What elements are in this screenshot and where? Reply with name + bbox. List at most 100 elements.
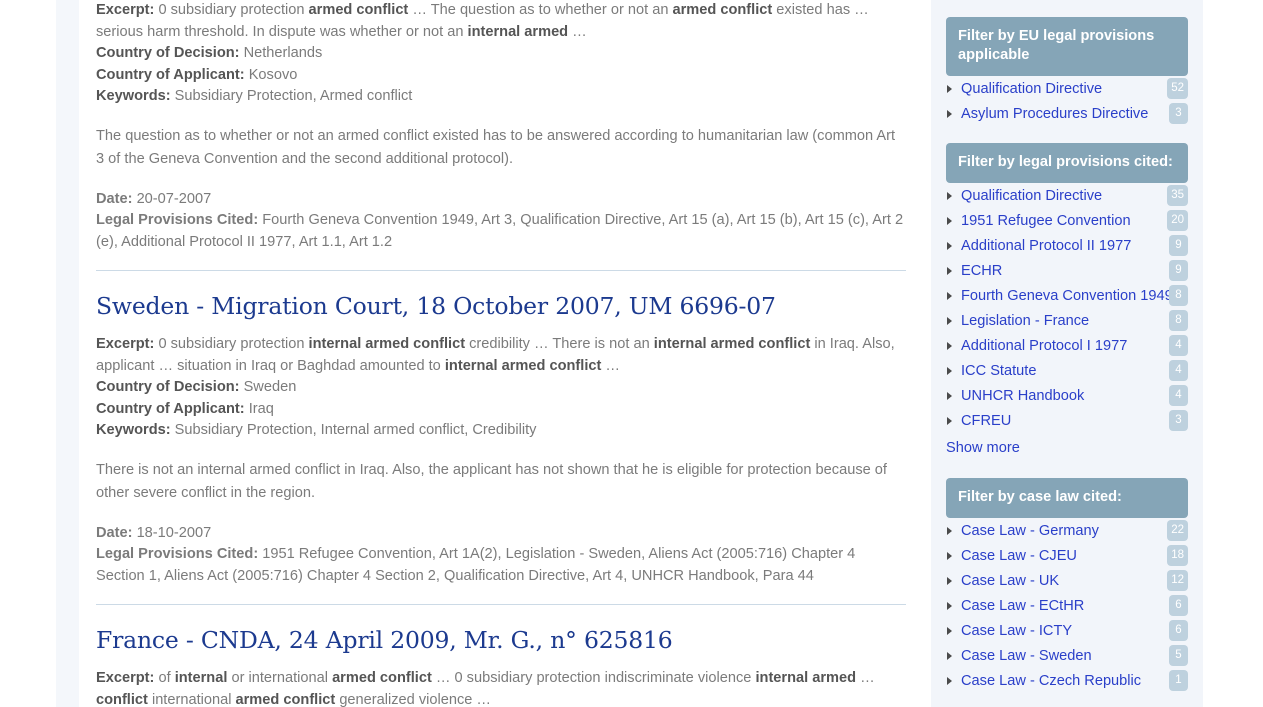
excerpt-text: …: [568, 23, 587, 40]
excerpt-text: generalized violence …: [335, 691, 492, 707]
facet-list-item[interactable]: Case Law - ICTY 6: [946, 618, 1188, 643]
excerpt-highlight: armed conflict: [308, 2, 409, 18]
facet-count-badge: 9: [1169, 235, 1188, 256]
excerpt-highlight: internal armed: [467, 23, 569, 40]
date-value: 18-10-2007: [136, 524, 212, 541]
facet-list-item[interactable]: Case Law - CJEU 18: [946, 543, 1188, 568]
facet-list-item[interactable]: ICC Statute 4: [946, 358, 1188, 383]
country-of-decision-value: Sweden: [243, 379, 297, 396]
facet-list-item[interactable]: Additional Protocol I 1977 4: [946, 333, 1188, 358]
left-gutter-band: [56, 0, 79, 707]
facet-list-item[interactable]: Qualification Directive 52: [946, 76, 1188, 101]
search-result-item: Excerpt: 0 subsidiary protection armed c…: [96, 0, 906, 253]
facet-list-item[interactable]: Qualification Directive 35: [946, 183, 1188, 208]
chevron-right-icon: [947, 527, 952, 535]
facet-link[interactable]: Additional Protocol II 1977: [961, 238, 1131, 254]
facet-count-badge: 1: [1169, 670, 1188, 691]
facet-count-badge: 8: [1169, 285, 1188, 306]
facet-link[interactable]: Case Law - Sweden: [961, 648, 1092, 664]
facet-list-item[interactable]: Additional Protocol II 1977 9: [946, 233, 1188, 258]
excerpt-text: or international: [227, 670, 333, 687]
facet-list-item[interactable]: Case Law - Sweden 5: [946, 643, 1188, 668]
result-title-link[interactable]: France - CNDA, 24 April 2009, Mr. G., n°…: [96, 626, 906, 654]
country-of-applicant-label: Country of Applicant:: [96, 400, 245, 417]
date-value: 20-07-2007: [136, 190, 212, 207]
facet-list-item[interactable]: ECHR 9: [946, 258, 1188, 283]
excerpt-highlight: conflict: [96, 691, 148, 707]
facet-count-badge: 6: [1169, 595, 1188, 616]
facet-list-item[interactable]: Case Law - Czech Republic 1: [946, 668, 1188, 693]
facet-link[interactable]: ECHR: [961, 263, 1002, 279]
facet-link[interactable]: Asylum Procedures Directive: [961, 106, 1148, 122]
chevron-right-icon: [947, 292, 952, 300]
facet-link[interactable]: Case Law - Czech Republic: [961, 673, 1141, 689]
facet-list: Qualification Directive 52 Asylum Procedur…: [946, 76, 1188, 126]
facet-list-item[interactable]: Fourth Geneva Convention 1949 8: [946, 283, 1188, 308]
facet-link[interactable]: Qualification Directive: [961, 81, 1102, 97]
excerpt-highlight: internal armed conflict: [308, 336, 466, 353]
excerpt-highlight: armed conflict: [235, 691, 336, 707]
facet-list-item[interactable]: UNHCR Handbook 4: [946, 383, 1188, 408]
chevron-right-icon: [947, 85, 952, 93]
result-title-link[interactable]: Sweden - Migration Court, 18 October 200…: [96, 292, 906, 320]
excerpt-highlight: internal armed conflict: [444, 357, 602, 374]
result-meta-block: Excerpt: 0 subsidiary protection interna…: [96, 334, 906, 442]
country-of-applicant-label: Country of Applicant:: [96, 66, 245, 83]
show-more-link[interactable]: Show more: [946, 436, 1188, 461]
excerpt-highlight: internal armed: [755, 670, 857, 687]
facet-list-item[interactable]: Asylum Procedures Directive 3: [946, 101, 1188, 126]
keywords-label: Keywords:: [96, 422, 171, 439]
chevron-right-icon: [947, 652, 952, 660]
chevron-right-icon: [947, 110, 952, 118]
chevron-right-icon: [947, 367, 952, 375]
facet-list: Case Law - Germany 22 Case Law - CJEU 18 Cas…: [946, 518, 1188, 693]
result-meta-block: Excerpt: of internal or international ar…: [96, 668, 906, 707]
keywords-value: Subsidiary Protection, Internal armed co…: [174, 422, 537, 439]
chevron-right-icon: [947, 627, 952, 635]
facet-link[interactable]: Legislation - France: [961, 313, 1089, 329]
date-label: Date:: [96, 524, 133, 541]
excerpt-text: … The question as to whether or not an: [408, 2, 673, 18]
excerpt-text: …: [856, 670, 875, 687]
chevron-right-icon: [947, 577, 952, 585]
country-of-decision-value: Netherlands: [243, 45, 323, 61]
chevron-right-icon: [947, 552, 952, 560]
chevron-right-icon: [947, 392, 952, 400]
facet-count-badge: 12: [1167, 570, 1188, 591]
excerpt-label: Excerpt:: [96, 670, 155, 687]
facet-list-item[interactable]: Case Law - ECtHR 6: [946, 593, 1188, 618]
facet-link[interactable]: Case Law - ICTY: [961, 623, 1072, 639]
facet-link[interactable]: Case Law - ECtHR: [961, 598, 1084, 614]
facet-link[interactable]: Case Law - Germany: [961, 523, 1099, 539]
facet-count-badge: 22: [1167, 520, 1188, 541]
result-divider: [96, 270, 906, 271]
facet-list-item[interactable]: 1951 Refugee Convention 20: [946, 208, 1188, 233]
facet-link[interactable]: Case Law - UK: [961, 573, 1059, 589]
excerpt-highlight: armed conflict: [672, 2, 773, 18]
facet-link[interactable]: CFREU: [961, 413, 1011, 429]
facet-link[interactable]: UNHCR Handbook: [961, 388, 1084, 404]
result-summary: The question as to whether or not an arm…: [96, 127, 896, 167]
facet-count-badge: 52: [1167, 78, 1188, 99]
facet-list: Qualification Directive 35 1951 Refugee Co…: [946, 183, 1188, 433]
facet-header: Filter by legal provisions cited:: [946, 143, 1188, 183]
chevron-right-icon: [947, 677, 952, 685]
facet-link[interactable]: 1951 Refugee Convention: [961, 213, 1131, 229]
chevron-right-icon: [947, 342, 952, 350]
facet-link[interactable]: Qualification Directive: [961, 188, 1102, 204]
result-citation-block: Date: 18-10-2007 Legal Provisions Cited: …: [96, 523, 906, 588]
facet-count-badge: 5: [1169, 645, 1188, 666]
keywords-label: Keywords:: [96, 88, 171, 104]
chevron-right-icon: [947, 217, 952, 225]
facet-list-item[interactable]: Case Law - UK 12: [946, 568, 1188, 593]
excerpt-text: of: [154, 670, 175, 687]
facet-list-item[interactable]: Case Law - Germany 22: [946, 518, 1188, 543]
search-results-list: Excerpt: 0 subsidiary protection armed c…: [96, 0, 906, 707]
facet-list-item[interactable]: Legislation - France 8: [946, 308, 1188, 333]
excerpt-text: …: [601, 357, 621, 374]
facet-link[interactable]: Additional Protocol I 1977: [961, 338, 1127, 354]
facet-link[interactable]: Fourth Geneva Convention 1949: [961, 288, 1173, 304]
facet-list-item[interactable]: CFREU 3: [946, 408, 1188, 433]
facet-link[interactable]: Case Law - CJEU: [961, 548, 1077, 564]
facet-link[interactable]: ICC Statute: [961, 363, 1036, 379]
